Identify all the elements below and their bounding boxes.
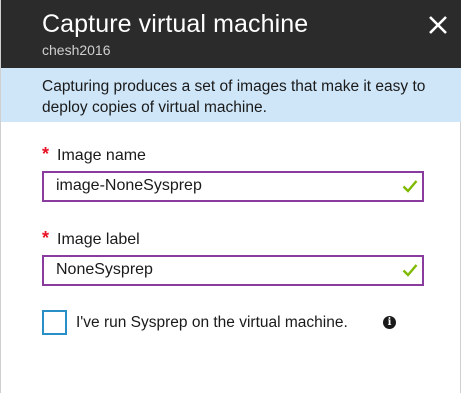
sysprep-checkbox[interactable] (42, 310, 67, 335)
image-label-input[interactable]: NoneSysprep (42, 255, 424, 286)
sysprep-checkbox-label[interactable]: I've run Sysprep on the virtual machine. (76, 314, 348, 332)
blade-title: Capture virtual machine (42, 10, 309, 38)
image-label-value: NoneSysprep (56, 261, 153, 278)
checkmark-icon (402, 264, 418, 277)
required-marker: * (42, 144, 50, 164)
blade-subtitle: chesh2016 (42, 42, 111, 58)
capture-vm-blade: Capture virtual machine chesh2016 Captur… (0, 0, 461, 393)
blade-header: Capture virtual machine chesh2016 (1, 0, 461, 68)
image-label-label: * Image label (42, 228, 140, 249)
close-icon (429, 16, 447, 34)
info-banner-text: Capturing produces a set of images that … (42, 78, 426, 116)
checkmark-icon (402, 180, 418, 193)
info-icon[interactable]: i (383, 316, 396, 329)
required-marker: * (42, 228, 50, 248)
info-banner: Capturing produces a set of images that … (1, 68, 461, 122)
image-name-value: image-NoneSysprep (56, 177, 202, 194)
image-name-label-text: Image name (57, 147, 146, 164)
image-name-label: * Image name (42, 144, 146, 165)
image-name-input[interactable]: image-NoneSysprep (42, 171, 424, 202)
close-button[interactable] (425, 12, 451, 38)
image-label-label-text: Image label (57, 231, 140, 248)
